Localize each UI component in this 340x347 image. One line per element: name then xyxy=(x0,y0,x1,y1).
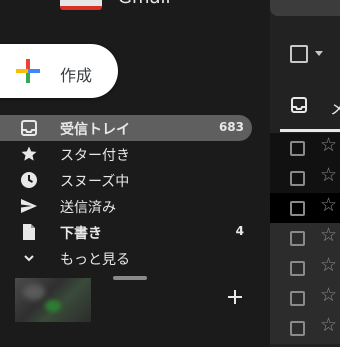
compose-button[interactable]: 作成 xyxy=(0,44,118,98)
row-checkbox[interactable] xyxy=(290,171,305,186)
app-title: Gmail xyxy=(118,0,171,8)
star-icon[interactable]: ☆ xyxy=(320,256,337,275)
row-checkbox[interactable] xyxy=(290,231,305,246)
avatar-blur-green xyxy=(45,300,61,312)
row-checkbox[interactable] xyxy=(290,321,305,336)
row-checkbox[interactable] xyxy=(290,201,305,216)
star-icon[interactable]: ☆ xyxy=(320,286,337,305)
sidebar-item-label: 受信トレイ xyxy=(60,122,130,138)
table-row[interactable]: ☆ xyxy=(270,163,340,194)
sidebar-item-label: 下書き xyxy=(60,226,102,242)
tab-primary[interactable]: メ xyxy=(280,90,340,132)
sidebar-item-snoozed[interactable]: スヌーズ中 xyxy=(0,167,252,193)
sidebar-item-sent[interactable]: 送信済み xyxy=(0,193,252,219)
star-icon[interactable]: ☆ xyxy=(320,196,337,215)
star-icon[interactable]: ☆ xyxy=(320,316,337,335)
draft-count: 4 xyxy=(235,224,244,238)
row-checkbox[interactable] xyxy=(290,141,305,156)
star-icon xyxy=(21,146,37,161)
tab-indicator xyxy=(280,129,340,132)
table-row[interactable]: ☆ xyxy=(270,193,340,224)
plus-icon xyxy=(16,59,40,83)
sidebar-item-label: スター付き xyxy=(60,148,130,164)
star-icon[interactable]: ☆ xyxy=(320,136,337,155)
row-checkbox[interactable] xyxy=(290,261,305,276)
compose-label: 作成 xyxy=(60,66,93,85)
row-checkbox[interactable] xyxy=(290,291,305,306)
sidebar-item-more[interactable]: もっと見る xyxy=(0,245,252,271)
search-bar[interactable] xyxy=(270,0,340,16)
avatar-blur xyxy=(23,284,45,300)
table-row[interactable]: ☆ xyxy=(270,253,340,284)
table-row[interactable]: ☆ xyxy=(270,313,340,344)
table-row[interactable]: ☆ xyxy=(270,133,340,164)
clock-icon xyxy=(21,172,37,188)
avatar[interactable] xyxy=(15,278,91,322)
sidebar-item-drafts[interactable]: 下書き 4 xyxy=(0,219,252,245)
unread-count: 683 xyxy=(218,120,244,134)
send-icon xyxy=(21,199,37,213)
star-icon[interactable]: ☆ xyxy=(320,226,337,245)
sidebar-item-starred[interactable]: スター付き xyxy=(0,141,252,167)
tab-label: メ xyxy=(330,99,340,118)
chevron-down-icon xyxy=(24,255,34,262)
sidebar-item-label: 送信済み xyxy=(60,200,116,216)
sidebar-item-inbox[interactable]: 受信トレイ 683 xyxy=(0,115,252,141)
inbox-icon xyxy=(291,97,307,113)
table-row[interactable]: ☆ xyxy=(270,283,340,314)
table-row[interactable]: ☆ xyxy=(270,223,340,254)
gmail-logo[interactable] xyxy=(60,0,102,10)
sidebar-item-label: スヌーズ中 xyxy=(60,174,130,190)
star-icon[interactable]: ☆ xyxy=(320,166,337,185)
draft-icon xyxy=(23,224,35,240)
inbox-icon xyxy=(21,120,37,136)
sidebar-item-label: もっと見る xyxy=(60,252,130,268)
plus-icon[interactable] xyxy=(226,288,244,306)
chevron-down-icon[interactable] xyxy=(315,51,323,56)
panel-resize-handle[interactable] xyxy=(113,276,147,280)
select-all-checkbox[interactable] xyxy=(290,45,308,63)
